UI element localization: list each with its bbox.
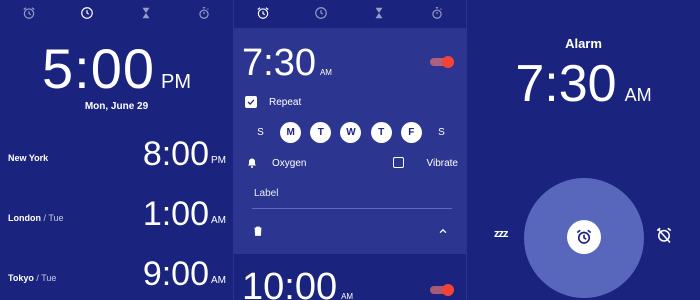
hourglass-icon [375, 7, 383, 19]
current-time-value: 5:00 [42, 37, 155, 100]
tab-stopwatch[interactable] [428, 4, 446, 22]
day-sunday[interactable]: S [250, 122, 271, 143]
tab-clock[interactable] [78, 4, 96, 22]
next-alarm-time[interactable]: 10:00 AM [242, 266, 353, 300]
city-ampm: AM [211, 275, 226, 286]
chevron-up-icon[interactable] [438, 226, 448, 236]
city-time: 1:00 [142, 195, 209, 233]
stopwatch-icon [432, 7, 442, 19]
vibrate-checkbox[interactable] [393, 157, 404, 168]
next-alarm-ampm: AM [341, 292, 354, 300]
vibrate-label: Vibrate [426, 158, 458, 169]
next-alarm-time-value: 10:00 [242, 266, 338, 300]
checkmark-icon [247, 99, 255, 105]
city-time: 9:00 [142, 255, 209, 293]
alarm-icon [576, 229, 592, 244]
day-selector: S M T W T F S [250, 122, 452, 143]
ringtone-name[interactable]: Oxygen [272, 158, 306, 169]
alarm-time[interactable]: 7:30 AM [242, 42, 332, 85]
label-input[interactable]: Label [252, 185, 452, 209]
ringing-time-ampm: AM [624, 85, 652, 105]
toggle-knob [442, 56, 454, 68]
city-name: Tokyo [8, 273, 34, 283]
day-friday[interactable]: F [400, 122, 422, 143]
alarm-list-screen: 7:30 AM Repeat S M T W T F S Oxygen Vibra… [233, 0, 467, 300]
alarm-time-value: 7:30 [242, 42, 316, 84]
city-row[interactable]: Tokyo / Tue 9:00 AM [0, 255, 233, 300]
clock-icon [315, 7, 327, 19]
city-name: London [8, 213, 41, 223]
hourglass-icon [142, 7, 150, 19]
tab-bar [0, 0, 233, 26]
snooze-icon[interactable]: zzz [494, 228, 508, 240]
tab-clock[interactable] [312, 4, 330, 22]
tab-timer[interactable] [137, 4, 155, 22]
city-name: New York [8, 153, 49, 163]
city-row[interactable]: New York 8:00 PM [0, 135, 233, 185]
ringing-time-value: 7:30 [515, 55, 617, 113]
alarm-icon [257, 7, 269, 19]
next-alarm-toggle[interactable] [430, 284, 454, 296]
current-time-ampm: PM [161, 71, 191, 93]
bell-icon [248, 158, 256, 168]
city-day: / Tue [43, 213, 64, 223]
tab-bar [234, 0, 466, 26]
card-actions [252, 224, 448, 240]
alarm-handle[interactable] [567, 220, 601, 254]
world-clock-screen: 5:00 PM Mon, June 29 New York 8:00 PM Lon… [0, 0, 233, 300]
ringing-alarm-screen: Alarm 7:30 AM zzz [467, 0, 700, 300]
toggle-knob [442, 284, 454, 296]
repeat-label: Repeat [269, 96, 302, 108]
day-wednesday[interactable]: W [340, 122, 362, 143]
tab-stopwatch[interactable] [195, 4, 213, 22]
stopwatch-icon [199, 7, 209, 19]
trash-icon[interactable] [252, 224, 264, 238]
ringing-title: Alarm [565, 36, 602, 51]
day-thursday[interactable]: T [370, 122, 392, 143]
city-ampm: PM [211, 155, 226, 166]
city-day: / Tue [36, 273, 57, 283]
day-tuesday[interactable]: T [310, 122, 332, 143]
current-time: 5:00 PM [0, 36, 233, 101]
city-time: 8:00 [142, 135, 209, 173]
alarm-icon [23, 7, 35, 19]
day-saturday[interactable]: S [431, 122, 452, 143]
day-monday[interactable]: M [280, 122, 302, 143]
tab-timer[interactable] [370, 4, 388, 22]
repeat-row[interactable]: Repeat [245, 96, 301, 108]
alarm-time-ampm: AM [319, 68, 332, 77]
repeat-checkbox[interactable] [245, 96, 257, 108]
alarm-toggle[interactable] [430, 56, 454, 68]
city-ampm: AM [211, 215, 226, 226]
ringing-time: 7:30 AM [467, 54, 700, 114]
alarm-card-expanded: 7:30 AM Repeat S M T W T F S Oxygen Vibra… [234, 28, 466, 254]
clock-icon [81, 7, 94, 19]
sound-row: Oxygen Vibrate [246, 156, 458, 172]
label-placeholder: Label [254, 188, 279, 199]
alarm-off-icon[interactable] [655, 226, 673, 244]
tab-alarm[interactable] [254, 4, 272, 22]
tab-alarm[interactable] [20, 4, 38, 22]
current-date: Mon, June 29 [84, 101, 149, 112]
city-row[interactable]: London / Tue 1:00 AM [0, 195, 233, 245]
